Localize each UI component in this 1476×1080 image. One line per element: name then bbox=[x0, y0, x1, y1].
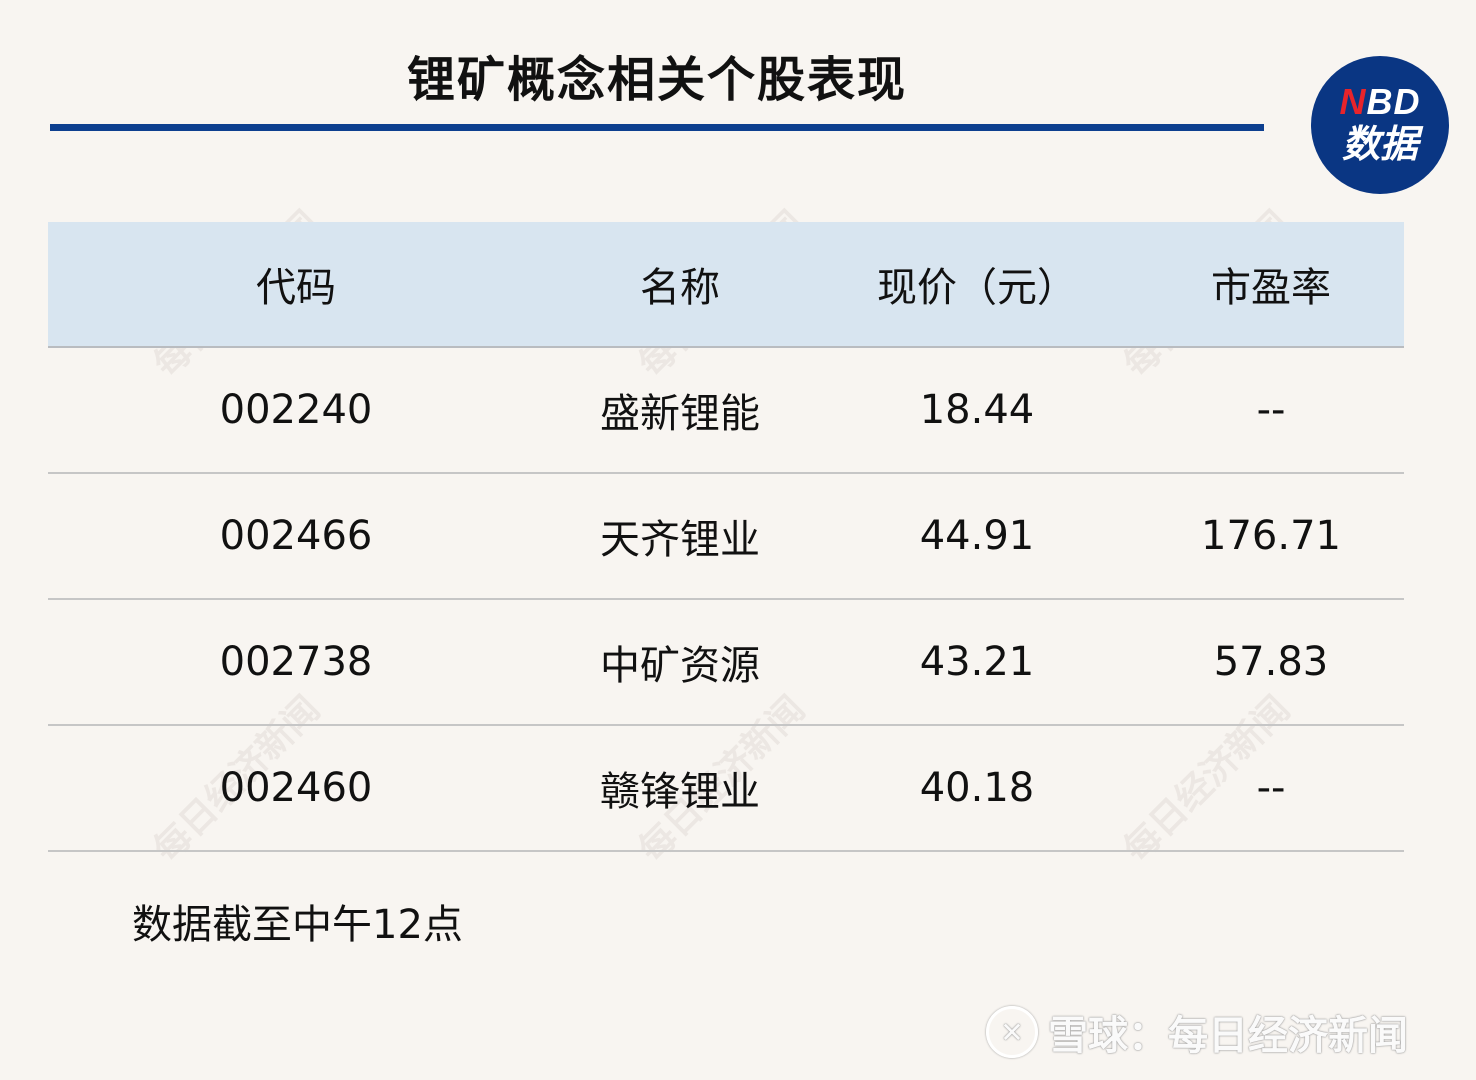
nbd-data-logo: NBD 数据 bbox=[1311, 56, 1449, 194]
stock-table: 代码 名称 现价（元） 市盈率 002240 盛新锂能 18.44 -- 002… bbox=[48, 222, 1404, 852]
cell-code: 002466 bbox=[219, 513, 373, 559]
header-pe-ratio: 市盈率 bbox=[1211, 265, 1331, 311]
cell-name: 天齐锂业 bbox=[600, 517, 760, 563]
title-divider bbox=[50, 124, 1264, 131]
logo-text-data: 数据 bbox=[1341, 124, 1418, 166]
cell-name: 中矿资源 bbox=[600, 643, 760, 689]
cell-price: 43.21 bbox=[919, 639, 1035, 685]
table-row: 002466 天齐锂业 44.91 176.71 bbox=[48, 474, 1404, 600]
cell-pe-ratio: 176.71 bbox=[1201, 513, 1341, 559]
cell-code: 002738 bbox=[219, 639, 373, 685]
table-row: 002738 中矿资源 43.21 57.83 bbox=[48, 600, 1404, 726]
cell-code: 002460 bbox=[219, 765, 373, 811]
table-header: 代码 名称 现价（元） 市盈率 bbox=[48, 222, 1404, 348]
cell-price: 44.91 bbox=[919, 513, 1035, 559]
cell-pe-ratio: -- bbox=[1256, 387, 1286, 433]
cell-code: 002240 bbox=[219, 387, 373, 433]
table-row: 002460 赣锋锂业 40.18 -- bbox=[48, 726, 1404, 852]
header-price: 现价（元） bbox=[877, 265, 1077, 311]
source-watermark: ✕ 雪球：每日经济新闻 bbox=[986, 1006, 1408, 1059]
source-watermark-text: 雪球：每日经济新闻 bbox=[1048, 1013, 1408, 1059]
cell-pe-ratio: 57.83 bbox=[1213, 639, 1329, 685]
page-title: 锂矿概念相关个股表现 bbox=[406, 52, 907, 108]
header-name: 名称 bbox=[640, 265, 720, 311]
snowball-icon: ✕ bbox=[986, 1006, 1038, 1058]
cell-name: 盛新锂能 bbox=[600, 391, 760, 437]
logo-text-nbd: NBD bbox=[1339, 81, 1421, 122]
cell-price: 40.18 bbox=[919, 765, 1035, 811]
data-cutoff-note: 数据截至中午12点 bbox=[132, 902, 463, 948]
table-row: 002240 盛新锂能 18.44 -- bbox=[48, 348, 1404, 474]
infographic-page: 每日经济新闻 每日经济新闻 每日经济新闻 每日经济新闻 每日经济新闻 每日经济新… bbox=[0, 0, 1476, 1080]
cell-pe-ratio: -- bbox=[1256, 765, 1286, 811]
cell-price: 18.44 bbox=[919, 387, 1035, 433]
cell-name: 赣锋锂业 bbox=[600, 769, 760, 815]
header-code: 代码 bbox=[256, 265, 336, 311]
